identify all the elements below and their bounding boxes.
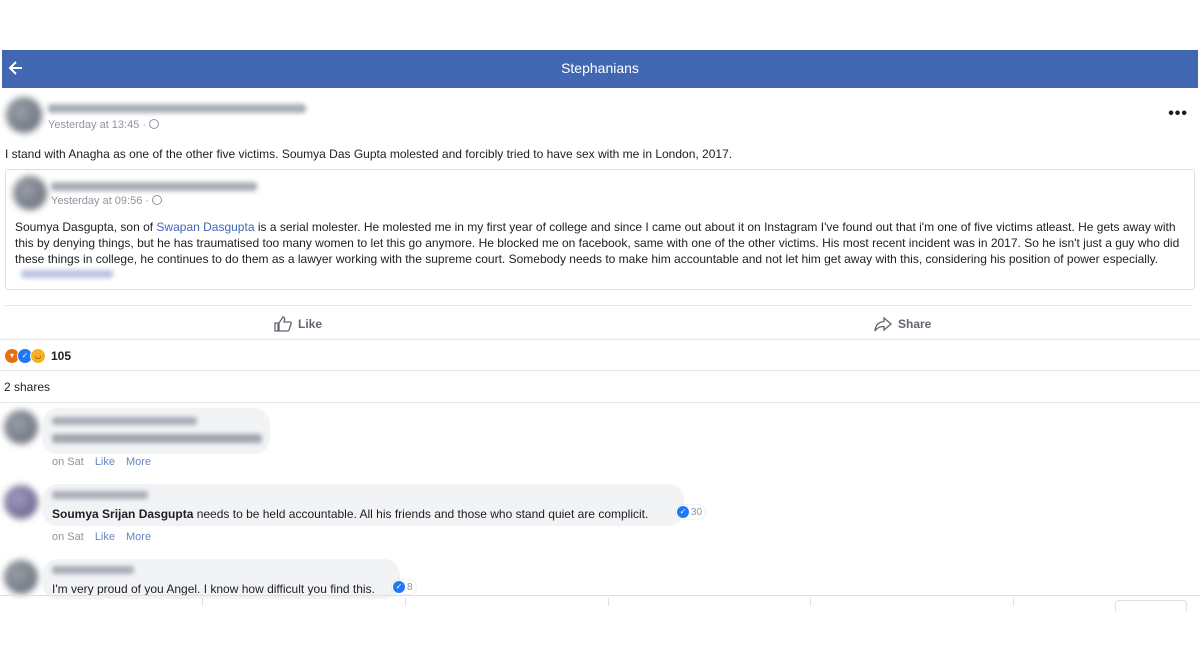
post-author-avatar[interactable]	[6, 97, 42, 133]
comment-bubble	[42, 408, 270, 454]
like-button[interactable]: Like	[274, 316, 322, 332]
like-badge-icon: ✓	[393, 581, 405, 593]
comment-time[interactable]: on Sat	[52, 456, 84, 468]
group-title: Stephanians	[561, 60, 639, 76]
globe-icon	[152, 195, 163, 205]
shared-author-avatar[interactable]	[13, 176, 47, 210]
tab-separator	[405, 598, 406, 606]
globe-icon	[149, 119, 160, 129]
post-timestamp[interactable]: Yesterday at 13:45 ·	[48, 119, 160, 131]
share-label: Share	[898, 317, 932, 331]
reaction-summary[interactable]: ▾ ✓ ◡ 105	[4, 348, 71, 364]
shared-post-text: Soumya Dasgupta, son of Swapan Dasgupta …	[15, 219, 1187, 283]
comment-mention-name[interactable]: Soumya Srijan Dasgupta	[52, 507, 193, 521]
tab-separator	[1013, 598, 1014, 606]
comment-time[interactable]: on Sat	[52, 531, 84, 543]
comment-body: needs to be held accountable. All his fr…	[193, 507, 649, 521]
comment-like-link[interactable]: Like	[95, 456, 115, 468]
bottom-divider	[0, 595, 1200, 596]
comment-more-link[interactable]: More	[126, 456, 151, 468]
comment-like-count: 30	[691, 506, 703, 518]
like-badge-icon: ✓	[677, 506, 689, 518]
bottom-button-outline[interactable]	[1115, 600, 1187, 611]
mention-link[interactable]: Swapan Dasgupta	[156, 220, 254, 234]
divider	[0, 339, 1200, 340]
comment-like-count: 8	[407, 581, 413, 593]
divider	[5, 305, 1193, 306]
sad-reaction-icon: ◡	[30, 348, 46, 364]
more-options-icon[interactable]: •••	[1168, 105, 1188, 123]
share-button[interactable]: Share	[874, 316, 931, 332]
comment-actions: on Sat Like More	[52, 531, 162, 543]
commenter-avatar[interactable]	[4, 485, 38, 519]
commenter-avatar[interactable]	[4, 410, 38, 444]
comment-more-link[interactable]: More	[126, 531, 151, 543]
post-time-text: Yesterday at 13:45 ·	[48, 119, 147, 131]
tab-separator	[810, 598, 811, 606]
comment-text: Soumya Srijan Dasgupta needs to be held …	[52, 507, 648, 521]
commenter-name-redacted[interactable]	[52, 566, 134, 574]
like-label: Like	[298, 317, 323, 331]
divider	[0, 370, 1200, 371]
group-header-bar: Stephanians	[2, 50, 1198, 88]
commenter-name-redacted[interactable]	[52, 417, 197, 425]
shared-timestamp[interactable]: Yesterday at 09:56 ·	[51, 195, 163, 207]
shared-text-pre: Soumya Dasgupta, son of	[15, 220, 157, 234]
tagged-person-redacted[interactable]	[21, 270, 113, 278]
divider	[0, 402, 1200, 403]
post-body-text: I stand with Anagha as one of the other …	[5, 147, 733, 161]
tab-separator	[608, 598, 609, 606]
shares-count[interactable]: 2 shares	[4, 380, 50, 394]
comment-text: I'm very proud of you Angel. I know how …	[52, 582, 375, 596]
comment-text-redacted	[52, 434, 262, 443]
post-author-name-redacted[interactable]	[48, 104, 306, 113]
comment-like-badge[interactable]: ✓ 8	[392, 580, 416, 594]
share-arrow-icon	[874, 316, 892, 332]
commenter-name-redacted[interactable]	[52, 491, 148, 499]
comment-actions: on Sat Like More	[52, 456, 162, 468]
commenter-avatar[interactable]	[4, 560, 38, 594]
thumbs-up-icon	[274, 316, 292, 332]
shared-time-text: Yesterday at 09:56 ·	[51, 195, 150, 207]
tab-separator	[202, 598, 203, 606]
comment-like-link[interactable]: Like	[95, 531, 115, 543]
shared-post-card[interactable]: Yesterday at 09:56 · Soumya Dasgupta, so…	[5, 169, 1195, 290]
shared-author-name-redacted[interactable]	[51, 182, 257, 191]
reaction-count: 105	[51, 349, 72, 363]
comment-like-badge[interactable]: ✓ 30	[676, 505, 706, 519]
